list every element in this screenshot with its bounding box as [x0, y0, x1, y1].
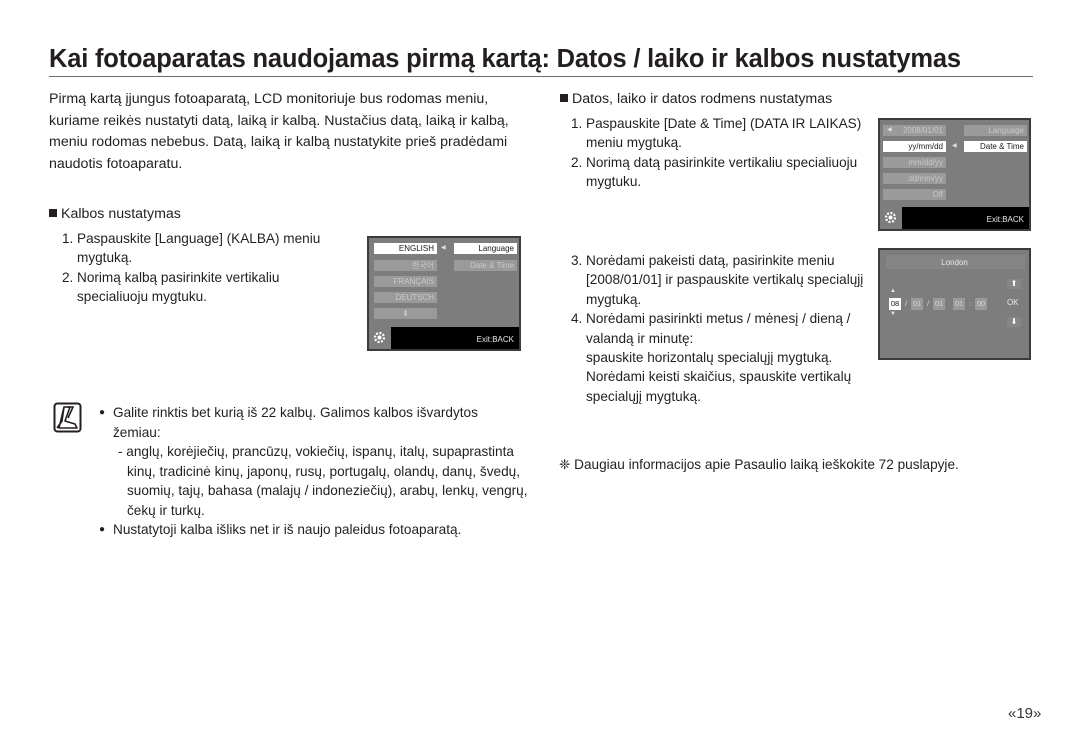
step-line: valandą ir minutę: [586, 330, 694, 346]
note-item: ● Nustatytoji kalba išliks net ir iš nau… [99, 520, 529, 540]
note-item: ● Galite rinktis bet kurią iš 22 kalbų. … [99, 403, 529, 520]
month-field[interactable]: 01 [911, 298, 923, 310]
heading-text: Kalbos nustatymas [61, 206, 181, 222]
step-line: Norimą kalbą pasirinkite vertikaliu [77, 269, 280, 285]
step-item: 3. Norėdami pakeisti datą, pasirinkite m… [571, 251, 881, 309]
lcd-item-french[interactable]: FRANÇAIS [374, 276, 437, 287]
scroll-down-icon[interactable]: ⬇ [374, 308, 437, 319]
exit-back-label: Exit:BACK [476, 335, 514, 344]
step-line: meniu mygtuką. [586, 135, 682, 151]
bullet-icon: ● [99, 524, 106, 535]
square-bullet-icon [49, 209, 57, 217]
gear-icon [880, 207, 902, 229]
left-arrow-icon: ◀ [887, 127, 892, 133]
square-bullet-icon [560, 94, 568, 102]
lcd-item-korean[interactable]: 한국어 [374, 260, 437, 271]
step-item: 2. Norimą datą pasirinkite vertikaliu sp… [571, 153, 871, 192]
lcd-item-english[interactable]: ENGLISH [374, 243, 437, 254]
step-item: 2. Norimą kalbą pasirinkite vertikaliu s… [62, 268, 362, 307]
step-line: mygtuką. [77, 250, 133, 266]
page-title: Kai fotoaparatas naudojamas pirmą kartą:… [49, 44, 1033, 77]
notes-list: ● Galite rinktis bet kurią iš 22 kalbų. … [99, 403, 529, 540]
step-item: 1. Paspauskite [Date & Time] (DATA IR LA… [571, 114, 871, 153]
up-small-arrow-icon: ▲ [890, 288, 896, 294]
hour-field[interactable]: 01 [953, 298, 965, 310]
date-steps-b: 3. Norėdami pakeisti datą, pasirinkite m… [571, 251, 881, 406]
step-line: mygtuku. [586, 174, 642, 190]
gear-icon [369, 327, 391, 349]
lcd-item-german[interactable]: DEUTSCH [374, 292, 437, 303]
step-line: Norėdami keisti skaičius, spauskite vert… [586, 369, 852, 385]
separator: : [969, 299, 972, 308]
step-line: Paspauskite [Date & Time] (DATA IR LAIKA… [586, 116, 862, 131]
separator: / [905, 299, 908, 308]
step-number: 4. [571, 311, 583, 327]
language-steps: 1. Paspauskite [Language] (KALBA) meniu … [62, 229, 362, 307]
step-line: Norimą datą pasirinkite vertikaliu speci… [586, 154, 858, 170]
note-text: Galite rinktis bet kurią iš 22 kalbų. Ga… [113, 405, 478, 440]
lcd-date-menu: 2008/01/01 ◀ yy/mm/dd ◀ mm/dd/yy dd/mm/y… [878, 118, 1031, 231]
lcd-item-mmddyy[interactable]: mm/dd/yy [883, 157, 946, 168]
language-section-heading: Kalbos nustatymas [49, 204, 181, 224]
lcd-tab-language[interactable]: Language [964, 125, 1027, 136]
date-section-heading: Datos, laiko ir datos rodmens nustatymas [560, 89, 832, 109]
step-number: 3. [571, 253, 583, 268]
down-arrow-icon[interactable]: ⬇ [1007, 317, 1021, 327]
lcd-tab-date-time[interactable]: Date & Time [454, 260, 517, 271]
step-item: 4. Norėdami pasirinkti metus / mėnesį / … [571, 309, 881, 406]
step-item: 1. Paspauskite [Language] (KALBA) meniu … [62, 229, 362, 268]
left-arrow-icon: ◀ [441, 245, 446, 251]
note-text: Nustatytoji kalba išliks net ir iš naujo… [113, 522, 462, 537]
heading-text: Datos, laiko ir datos rodmens nustatymas [572, 91, 833, 107]
step-line: [2008/01/01] ir paspauskite vertikalų sp… [586, 272, 864, 288]
lcd-item-ddmmyy[interactable]: dd/mm/yy [883, 173, 946, 184]
step-line: specialųjį mygtuką. [586, 388, 701, 404]
intro-paragraph: Pirmą kartą įjungus fotoaparatą, LCD mon… [49, 91, 509, 172]
exit-back-label: Exit:BACK [986, 215, 1024, 224]
left-arrow-icon: ◀ [952, 143, 957, 149]
lcd-item-date-value[interactable]: 2008/01/01 [883, 125, 946, 136]
separator: / [927, 299, 930, 308]
bullet-icon: ● [99, 407, 106, 418]
step-line: spauskite horizontalų specialųjį mygtuką… [586, 350, 833, 366]
step-number: 1. [571, 116, 583, 131]
step-line: mygtuką. [586, 291, 642, 307]
city-label: London [941, 258, 968, 267]
step-number: 1. [62, 231, 74, 246]
minute-field[interactable]: 00 [975, 298, 987, 310]
down-small-arrow-icon: ▼ [890, 311, 896, 317]
page-number: «19» [1008, 705, 1042, 722]
note-pencil-icon [53, 402, 83, 434]
ok-button[interactable]: OK [1007, 298, 1019, 307]
year-field[interactable]: 08 [889, 298, 901, 310]
step-line: Norėdami pakeisti datą, pasirinkite meni… [586, 253, 835, 268]
step-number: 2. [62, 269, 74, 285]
step-line: Norėdami pasirinkti metus / mėnesį / die… [586, 311, 851, 327]
note-subtext: - anglų, korėjiečių, prancūzų, vokiečių,… [118, 444, 528, 518]
step-number: 2. [571, 154, 583, 170]
up-arrow-icon[interactable]: ⬆ [1007, 279, 1021, 289]
lcd-tab-date-time[interactable]: Date & Time [964, 141, 1027, 152]
step-line: specialiuoju mygtuku. [77, 289, 207, 305]
lcd-item-yymmdd[interactable]: yy/mm/dd [883, 141, 946, 152]
lcd-date-edit: London ▲ 08 / 01 / 01 01 : 00 ▼ ⬆ OK ⬇ [878, 248, 1031, 360]
lcd-language-menu: ENGLISH ◀ 한국어 FRANÇAIS DEUTSCH ⬇ Languag… [367, 236, 521, 351]
step-line: Paspauskite [Language] (KALBA) meniu [77, 231, 321, 246]
lcd-item-off[interactable]: Off [883, 189, 946, 200]
date-steps-a: 1. Paspauskite [Date & Time] (DATA IR LA… [571, 114, 871, 192]
footnote: ❈ Daugiau informacijos apie Pasaulio lai… [559, 457, 959, 472]
day-field[interactable]: 01 [933, 298, 945, 310]
lcd-tab-language[interactable]: Language [454, 243, 517, 254]
